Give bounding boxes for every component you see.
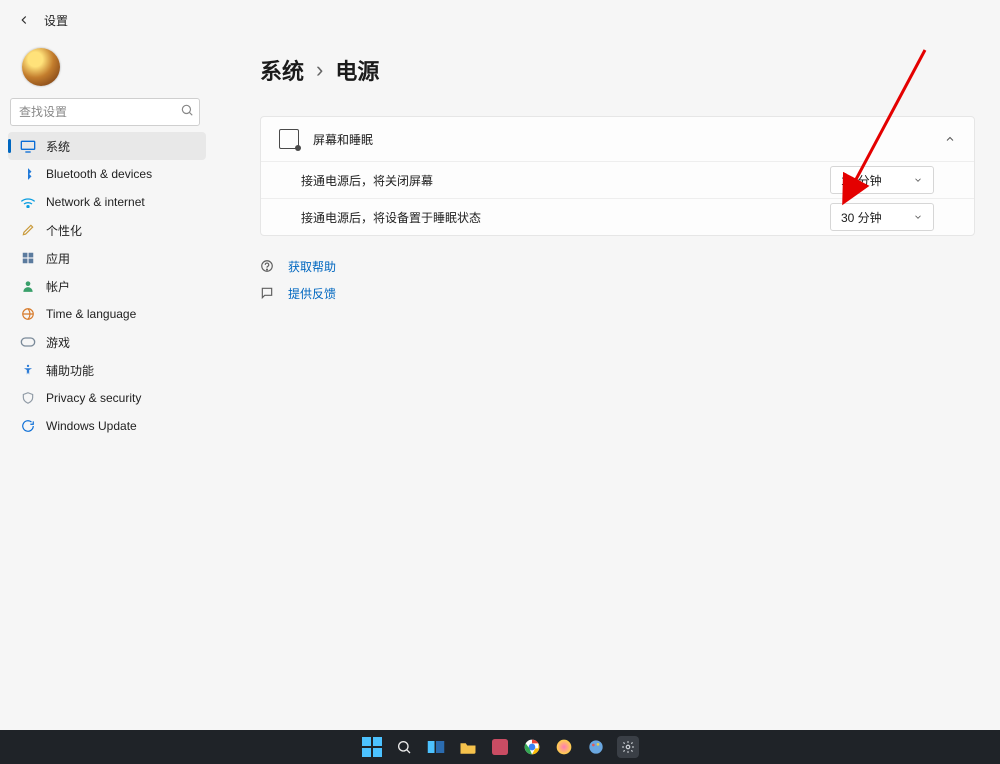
person-icon bbox=[20, 278, 36, 294]
search-container bbox=[10, 98, 200, 126]
folder-icon bbox=[459, 740, 477, 754]
search-input[interactable] bbox=[10, 98, 200, 126]
sidebar-item-label: 帐户 bbox=[46, 278, 70, 295]
breadcrumb-current: 电源 bbox=[335, 54, 379, 86]
windows-logo-icon bbox=[362, 737, 382, 757]
sidebar-item-network[interactable]: Network & internet bbox=[8, 188, 206, 216]
feedback-link[interactable]: 提供反馈 bbox=[260, 285, 975, 302]
bluetooth-icon bbox=[20, 166, 36, 182]
pinned-app-3[interactable] bbox=[585, 736, 607, 758]
sidebar-item-label: Network & internet bbox=[46, 195, 145, 209]
globe-icon bbox=[20, 306, 36, 322]
row-screen-off: 接通电源后，将关闭屏幕 10 分钟 bbox=[261, 161, 974, 198]
dropdown-value: 30 分钟 bbox=[841, 209, 882, 226]
brush-icon bbox=[20, 222, 36, 238]
main-content: 系统 › 电源 屏幕和睡眠 接通电源后，将关闭屏幕 10 分钟 接通电源后，将设… bbox=[260, 50, 975, 724]
sidebar-item-privacy[interactable]: Privacy & security bbox=[8, 384, 206, 412]
search-icon bbox=[396, 739, 412, 755]
arrow-left-icon bbox=[17, 13, 31, 27]
system-icon bbox=[20, 138, 36, 154]
sidebar-item-label: Privacy & security bbox=[46, 391, 141, 405]
back-button[interactable] bbox=[10, 6, 38, 34]
screen-off-dropdown[interactable]: 10 分钟 bbox=[830, 166, 934, 194]
link-label: 获取帮助 bbox=[288, 258, 336, 275]
apps-icon bbox=[20, 250, 36, 266]
sidebar-item-label: 应用 bbox=[46, 250, 70, 267]
screen-sleep-panel: 屏幕和睡眠 接通电源后，将关闭屏幕 10 分钟 接通电源后，将设备置于睡眠状态 … bbox=[260, 116, 975, 236]
app-icon bbox=[556, 739, 572, 755]
sidebar-item-gaming[interactable]: 游戏 bbox=[8, 328, 206, 356]
row-sleep: 接通电源后，将设备置于睡眠状态 30 分钟 bbox=[261, 198, 974, 235]
sidebar-item-accessibility[interactable]: 辅助功能 bbox=[8, 356, 206, 384]
user-avatar[interactable] bbox=[22, 48, 60, 86]
palette-icon bbox=[588, 739, 604, 755]
settings-window: 设置 系统 Bluetooth & devices Network & inte… bbox=[0, 0, 1000, 764]
sidebar-item-label: Bluetooth & devices bbox=[46, 167, 152, 181]
sidebar-item-bluetooth[interactable]: Bluetooth & devices bbox=[8, 160, 206, 188]
update-icon bbox=[20, 418, 36, 434]
sidebar-item-label: 游戏 bbox=[46, 334, 70, 351]
taskbar bbox=[0, 730, 1000, 764]
pinned-app-1[interactable] bbox=[489, 736, 511, 758]
sidebar-item-accounts[interactable]: 帐户 bbox=[8, 272, 206, 300]
row-label: 接通电源后，将关闭屏幕 bbox=[301, 172, 830, 189]
chevron-down-icon bbox=[913, 175, 923, 185]
pinned-app-2[interactable] bbox=[553, 736, 575, 758]
accessibility-icon bbox=[20, 362, 36, 378]
start-button[interactable] bbox=[361, 736, 383, 758]
gear-icon bbox=[621, 740, 635, 754]
sidebar-item-label: Time & language bbox=[46, 307, 136, 321]
breadcrumb-root[interactable]: 系统 bbox=[260, 54, 304, 86]
feedback-icon bbox=[260, 286, 276, 302]
dropdown-value: 10 分钟 bbox=[841, 172, 882, 189]
help-icon bbox=[260, 259, 276, 275]
sidebar-item-label: 系统 bbox=[46, 138, 70, 155]
sidebar-item-label: 辅助功能 bbox=[46, 362, 94, 379]
gamepad-icon bbox=[20, 334, 36, 350]
titlebar: 设置 bbox=[0, 0, 1000, 40]
pinned-app-chrome[interactable] bbox=[521, 736, 543, 758]
panel-title: 屏幕和睡眠 bbox=[313, 131, 944, 148]
task-view-icon bbox=[427, 740, 445, 754]
chrome-icon bbox=[524, 739, 540, 755]
sidebar: 系统 Bluetooth & devices Network & interne… bbox=[4, 132, 210, 440]
link-label: 提供反馈 bbox=[288, 285, 336, 302]
panel-header[interactable]: 屏幕和睡眠 bbox=[261, 117, 974, 161]
chevron-right-icon: › bbox=[316, 57, 323, 83]
chevron-down-icon bbox=[913, 212, 923, 222]
get-help-link[interactable]: 获取帮助 bbox=[260, 258, 975, 275]
settings-taskbar-button[interactable] bbox=[617, 736, 639, 758]
app-icon bbox=[492, 739, 508, 755]
task-view-button[interactable] bbox=[425, 736, 447, 758]
app-title: 设置 bbox=[44, 12, 68, 29]
shield-icon bbox=[20, 390, 36, 406]
chevron-up-icon bbox=[944, 133, 956, 145]
sidebar-item-windows-update[interactable]: Windows Update bbox=[8, 412, 206, 440]
sidebar-item-system[interactable]: 系统 bbox=[8, 132, 206, 160]
wifi-icon bbox=[20, 194, 36, 210]
sidebar-item-label: Windows Update bbox=[46, 419, 137, 433]
help-links: 获取帮助 提供反馈 bbox=[260, 258, 975, 302]
sidebar-item-apps[interactable]: 应用 bbox=[8, 244, 206, 272]
row-label: 接通电源后，将设备置于睡眠状态 bbox=[301, 209, 830, 226]
sidebar-item-time-language[interactable]: Time & language bbox=[8, 300, 206, 328]
sidebar-item-label: 个性化 bbox=[46, 222, 82, 239]
sleep-dropdown[interactable]: 30 分钟 bbox=[830, 203, 934, 231]
file-explorer-button[interactable] bbox=[457, 736, 479, 758]
monitor-icon bbox=[279, 129, 299, 149]
sidebar-item-personalization[interactable]: 个性化 bbox=[8, 216, 206, 244]
breadcrumb: 系统 › 电源 bbox=[260, 54, 975, 86]
taskbar-search-button[interactable] bbox=[393, 736, 415, 758]
